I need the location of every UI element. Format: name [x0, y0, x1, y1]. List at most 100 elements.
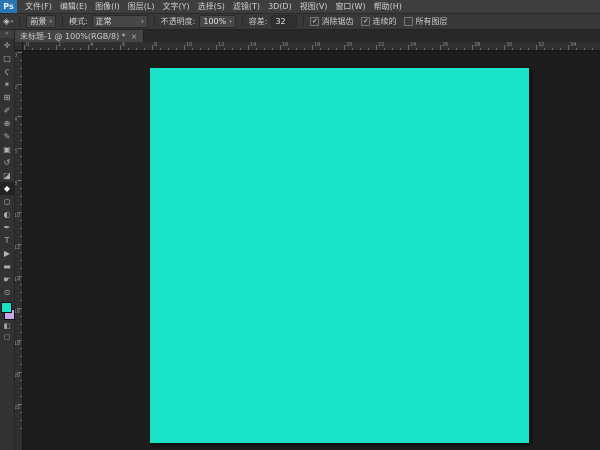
ruler-tick	[336, 48, 337, 50]
ruler-tick	[20, 100, 22, 101]
foreground-color-swatch[interactable]	[1, 302, 12, 313]
tolerance-value: 32	[275, 17, 285, 26]
ruler-tick	[20, 380, 22, 381]
quick-mask-button[interactable]: ◧	[0, 320, 14, 331]
checkbox-label: 所有图层	[415, 16, 447, 27]
screen-mode-button[interactable]: ▢	[0, 331, 14, 342]
healing-brush-tool-icon: ⊕	[4, 119, 11, 128]
opacity-select[interactable]: 100% ▾	[199, 15, 235, 28]
menu-item[interactable]: 窗口(W)	[331, 0, 369, 13]
ruler-tick	[20, 220, 22, 221]
separator	[154, 16, 155, 27]
checked-icon: ✓	[310, 17, 319, 26]
crop-tool-icon: ⊞	[4, 93, 11, 102]
menu-item[interactable]: 文字(Y)	[158, 0, 193, 13]
path-selection-tool[interactable]: ▶	[0, 247, 14, 260]
ruler-label: 2	[58, 42, 61, 48]
ruler-tick	[20, 428, 22, 429]
menu-item[interactable]: 滤镜(T)	[229, 0, 264, 13]
checkbox-all-layers[interactable]: 所有图层	[404, 16, 447, 27]
menu-item[interactable]: 文件(F)	[21, 0, 56, 13]
ruler-tick	[240, 48, 241, 50]
eraser-tool[interactable]: ◪	[0, 169, 14, 182]
ruler-tick	[408, 45, 409, 50]
photoshop-window: Ps 文件(F)编辑(E)图像(I)图层(L)文字(Y)选择(S)滤镜(T)3D…	[0, 0, 600, 450]
ruler-origin-corner[interactable]	[14, 42, 23, 51]
blur-tool-icon: ○	[4, 197, 11, 206]
marquee-tool[interactable]: □	[0, 52, 14, 65]
menu-item[interactable]: 图像(I)	[91, 0, 124, 13]
paint-bucket-tool[interactable]: ◆	[0, 182, 14, 195]
ruler-tick	[392, 48, 393, 50]
ruler-tick	[272, 48, 273, 50]
crop-tool[interactable]: ⊞	[0, 91, 14, 104]
close-icon[interactable]: ×	[131, 32, 138, 41]
fill-source-select[interactable]: 前景 ▾	[26, 15, 56, 28]
shape-tool[interactable]: ▬	[0, 260, 14, 273]
pen-tool[interactable]: ✒	[0, 221, 14, 234]
paint-bucket-icon: ◈	[3, 17, 10, 27]
paint-bucket-preset-button[interactable]: ◈ ▾	[3, 17, 13, 27]
ruler-tick	[344, 45, 345, 50]
brush-tool[interactable]: ✎	[0, 130, 14, 143]
lasso-tool-icon: ϛ	[5, 67, 10, 76]
quick-selection-tool-icon: ✶	[4, 80, 11, 89]
ruler-tick	[552, 48, 553, 50]
separator	[303, 16, 304, 27]
tool-options-bar: ◈ ▾ 前景 ▾ 模式: 正常 ▾ 不透明度: 100% ▾ 容差: 32 ✓消…	[0, 14, 600, 30]
zoom-tool[interactable]: ⊙	[0, 286, 14, 299]
ruler-tick	[104, 48, 105, 50]
separator	[62, 16, 63, 27]
checkbox-label: 消除锯齿	[321, 16, 353, 27]
menu-item[interactable]: 选择(S)	[194, 0, 229, 13]
collapse-panel-button[interactable]: «	[0, 30, 14, 38]
checkbox-anti-alias[interactable]: ✓消除锯齿	[310, 16, 353, 27]
move-tool[interactable]: ✛	[0, 39, 14, 52]
blend-mode-select[interactable]: 正常 ▾	[92, 15, 148, 28]
ruler-tick	[352, 48, 353, 50]
ruler-tick	[20, 316, 22, 317]
eyedropper-tool[interactable]: ✐	[0, 104, 14, 117]
ruler-tick	[288, 48, 289, 50]
document-tab[interactable]: 未标题-1 @ 100%(RGB/8) * ×	[14, 30, 144, 42]
marquee-tool-icon: □	[3, 54, 11, 63]
history-brush-tool[interactable]: ↺	[0, 156, 14, 169]
vertical-ruler[interactable]: 0246810121416182022	[14, 50, 23, 450]
ruler-tick	[112, 48, 113, 50]
ruler-tick	[20, 132, 22, 133]
ruler-tick	[72, 48, 73, 50]
menu-item[interactable]: 图层(L)	[124, 0, 159, 13]
ruler-tick	[20, 92, 22, 93]
clone-stamp-tool[interactable]: ▣	[0, 143, 14, 156]
ruler-tick	[17, 116, 22, 117]
horizontal-ruler[interactable]: 0246810121416182022242628303234	[22, 42, 600, 51]
ruler-tick	[20, 188, 22, 189]
ruler-tick	[20, 324, 22, 325]
chevron-down-icon: ▾	[229, 19, 232, 25]
canvas[interactable]	[150, 68, 529, 443]
document-tab-title: 未标题-1 @ 100%(RGB/8) *	[20, 31, 126, 42]
blur-tool[interactable]: ○	[0, 195, 14, 208]
tolerance-input[interactable]: 32	[271, 15, 297, 28]
ruler-tick	[20, 196, 22, 197]
tolerance-label: 容差:	[249, 16, 268, 27]
lasso-tool[interactable]: ϛ	[0, 65, 14, 78]
menu-item[interactable]: 视图(V)	[296, 0, 332, 13]
ruler-tick	[200, 48, 201, 50]
menu-item[interactable]: 3D(D)	[264, 0, 296, 13]
ruler-tick	[120, 45, 121, 50]
ruler-tick	[232, 48, 233, 50]
healing-brush-tool[interactable]: ⊕	[0, 117, 14, 130]
ruler-tick	[472, 45, 473, 50]
checkbox-contiguous[interactable]: ✓连续的	[361, 16, 396, 27]
ruler-label: 6	[122, 42, 125, 48]
ruler-tick	[20, 348, 22, 349]
quick-selection-tool[interactable]: ✶	[0, 78, 14, 91]
zoom-tool-icon: ⊙	[4, 288, 11, 297]
menu-item[interactable]: 编辑(E)	[56, 0, 91, 13]
dodge-tool[interactable]: ◐	[0, 208, 14, 221]
type-tool[interactable]: T	[0, 234, 14, 247]
menu-item[interactable]: 帮助(H)	[370, 0, 406, 13]
ruler-label: 0	[26, 42, 29, 48]
hand-tool[interactable]: ☛	[0, 273, 14, 286]
